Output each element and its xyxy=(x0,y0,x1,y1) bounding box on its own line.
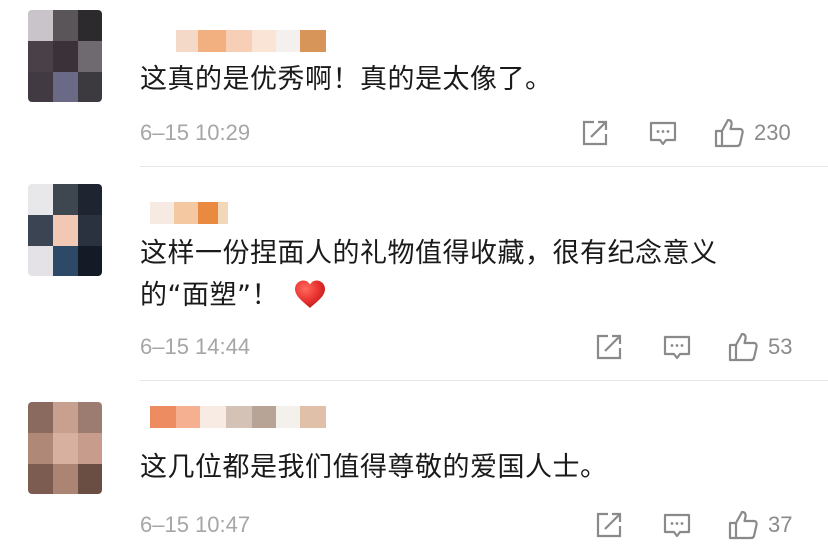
username-blurred[interactable] xyxy=(140,202,240,224)
like-count: 53 xyxy=(768,334,793,359)
comment-text: 这几位都是我们值得尊敬的爱国人士。 xyxy=(140,452,608,483)
comment-item: 这几位都是我们值得尊敬的爱国人士。 6–15 10:47 37 xyxy=(0,382,828,553)
comment-text-tail: 的“面塑”！ xyxy=(140,280,279,311)
comment-icon[interactable] xyxy=(660,330,694,364)
comment-item: 这真的是优秀啊！真的是太像了。 6–15 10:29 230 xyxy=(0,0,828,168)
comment-timestamp: 6–15 10:47 xyxy=(140,512,251,537)
divider xyxy=(140,380,828,381)
repost-icon[interactable] xyxy=(592,508,626,542)
comment-meta: 6–15 10:29 230 xyxy=(140,116,828,150)
avatar[interactable] xyxy=(28,10,102,102)
comment-text-line2: 的“面塑”！ xyxy=(140,274,327,318)
avatar[interactable] xyxy=(28,184,102,276)
repost-icon[interactable] xyxy=(592,330,626,364)
avatar[interactable] xyxy=(28,402,102,494)
like-icon xyxy=(728,332,758,362)
like-icon xyxy=(728,510,758,540)
repost-icon[interactable] xyxy=(578,116,612,150)
comment-item: 这样一份捏面人的礼物值得收藏，很有纪念意义 的“面塑”！ 6–15 14:44 … xyxy=(0,168,828,382)
comment-meta: 6–15 10:47 37 xyxy=(140,508,828,542)
like-count: 37 xyxy=(768,512,793,537)
comment-text: 这真的是优秀啊！真的是太像了。 xyxy=(140,64,553,95)
comment-meta: 6–15 14:44 53 xyxy=(140,330,828,364)
like-icon xyxy=(714,118,744,148)
comment-icon[interactable] xyxy=(660,508,694,542)
like-count: 230 xyxy=(754,120,791,145)
red-heart-emoji xyxy=(293,279,327,309)
divider xyxy=(140,166,828,167)
like-button[interactable]: 37 xyxy=(726,508,806,542)
comment-text: 这样一份捏面人的礼物值得收藏，很有纪念意义 xyxy=(140,238,718,269)
comment-timestamp: 6–15 10:29 xyxy=(140,120,251,145)
like-button[interactable]: 53 xyxy=(726,330,806,364)
like-button[interactable]: 230 xyxy=(712,116,802,150)
comment-icon[interactable] xyxy=(646,116,680,150)
username-blurred[interactable] xyxy=(140,406,340,428)
comment-timestamp: 6–15 14:44 xyxy=(140,334,251,359)
username-blurred[interactable] xyxy=(140,30,330,52)
